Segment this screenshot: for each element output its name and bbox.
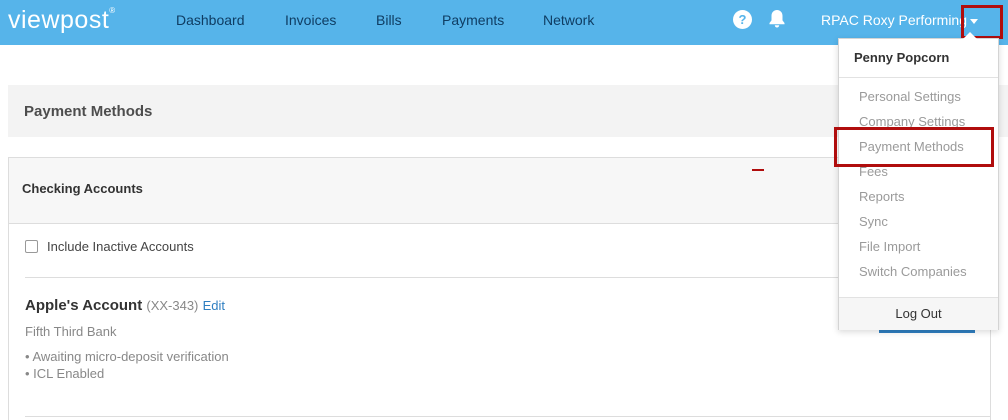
menu-item-file-import[interactable]: File Import bbox=[859, 239, 920, 254]
account-note: • ICL Enabled bbox=[25, 366, 105, 381]
include-inactive-checkbox[interactable] bbox=[25, 240, 38, 253]
nav-dashboard[interactable]: Dashboard bbox=[176, 12, 245, 28]
dropdown-pointer bbox=[963, 32, 977, 39]
user-dropdown-menu: Penny Popcorn Personal Settings Company … bbox=[838, 32, 999, 330]
account-title: Apple's Account (XX-343) Edit bbox=[25, 297, 225, 314]
edit-account-link[interactable]: Edit bbox=[203, 298, 225, 313]
account-mask: (XX-343) bbox=[146, 298, 199, 313]
account-action-button[interactable] bbox=[879, 330, 975, 333]
account-name: Apple's Account bbox=[25, 297, 143, 314]
nav-bills[interactable]: Bills bbox=[376, 12, 402, 28]
viewpost-logo[interactable]: viewpost® bbox=[8, 6, 116, 35]
bell-icon[interactable] bbox=[766, 8, 788, 30]
dropdown-user-name: Penny Popcorn bbox=[854, 50, 950, 65]
nav-payments[interactable]: Payments bbox=[442, 12, 504, 28]
menu-item-switch-companies[interactable]: Switch Companies bbox=[859, 264, 967, 279]
nav-network[interactable]: Network bbox=[543, 12, 594, 28]
red-annotation-mark bbox=[752, 169, 764, 171]
dropdown-separator bbox=[839, 77, 998, 78]
page-title: Payment Methods bbox=[24, 103, 153, 120]
nav-invoices[interactable]: Invoices bbox=[285, 12, 336, 28]
bank-name: Fifth Third Bank bbox=[25, 324, 117, 339]
menu-item-reports[interactable]: Reports bbox=[859, 189, 905, 204]
question-circle-icon[interactable]: ? bbox=[733, 10, 752, 29]
logout-button[interactable]: Log Out bbox=[839, 306, 998, 321]
include-inactive-label[interactable]: Include Inactive Accounts bbox=[47, 239, 194, 254]
panel-title: Checking Accounts bbox=[22, 181, 143, 196]
dropdown-footer: Log Out bbox=[839, 297, 998, 330]
menu-item-personal-settings[interactable]: Personal Settings bbox=[859, 89, 961, 104]
divider bbox=[25, 416, 990, 417]
highlight-box-payment-methods bbox=[834, 127, 994, 167]
menu-item-sync[interactable]: Sync bbox=[859, 214, 888, 229]
account-note: • Awaiting micro-deposit verification bbox=[25, 349, 229, 364]
account-switcher[interactable]: RPAC Roxy Performing ... bbox=[821, 12, 971, 28]
